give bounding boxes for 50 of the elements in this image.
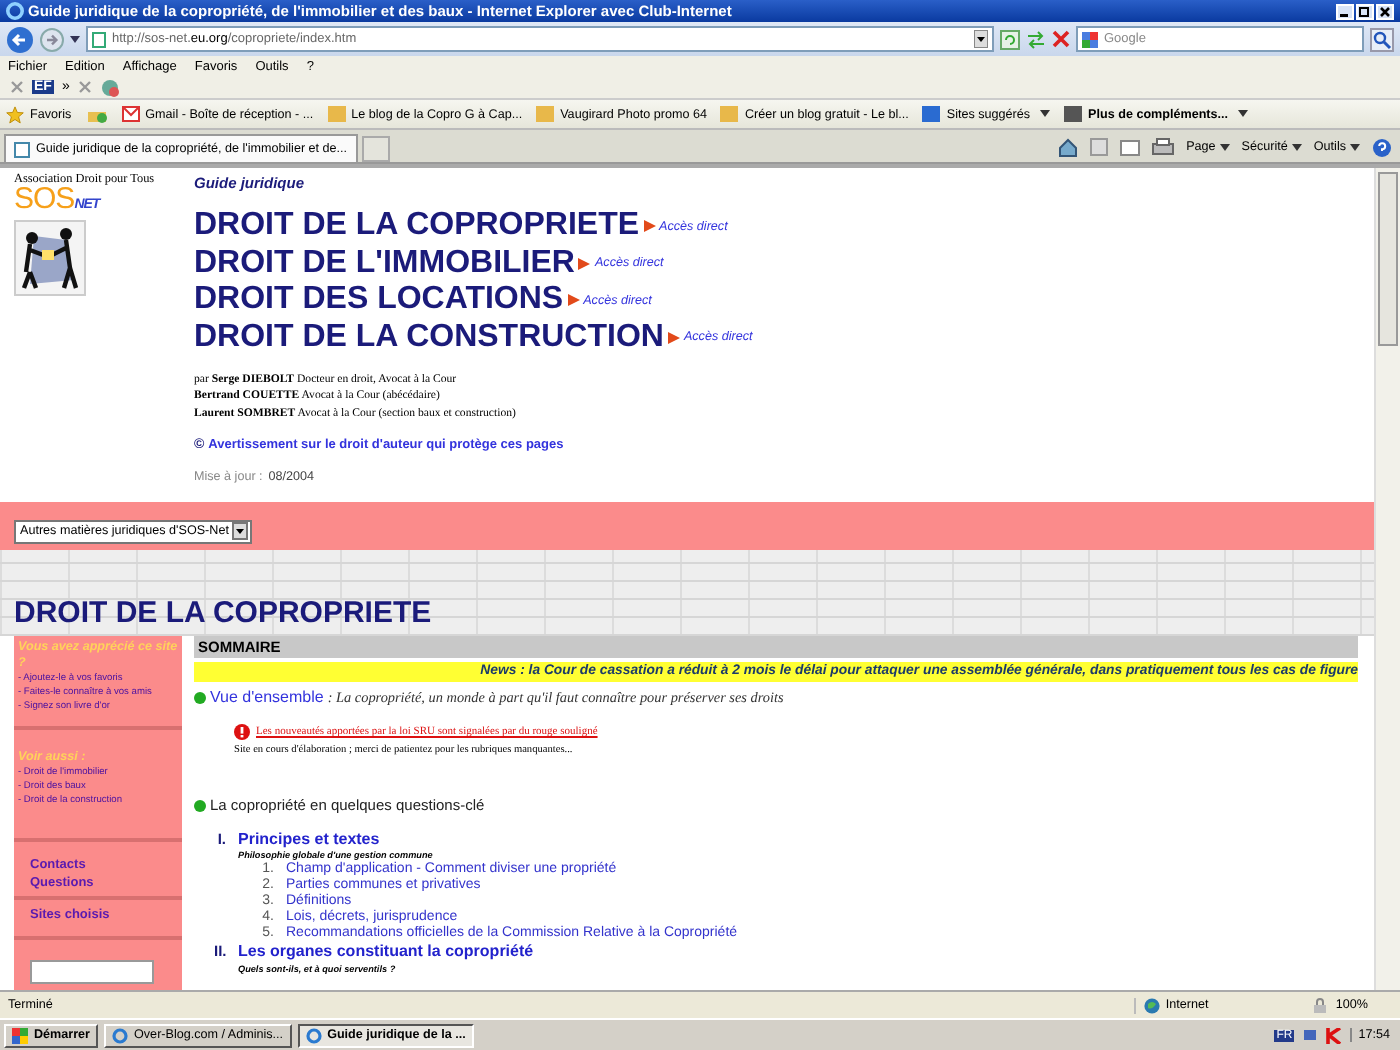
printer-icon[interactable] [1152, 138, 1175, 156]
caret-icon[interactable] [70, 35, 80, 43]
browser-icon [112, 1027, 129, 1043]
browser-icon [6, 2, 24, 20]
triangle-icon [667, 331, 680, 344]
google-icon [1082, 31, 1098, 47]
dropdown-icon[interactable] [974, 30, 988, 48]
domain-heading: DROIT DE L'IMMOBILIER [194, 245, 575, 282]
triangle-icon [578, 257, 591, 270]
dropdown-icon [232, 522, 249, 540]
caret-icon [1350, 143, 1360, 151]
bullet-icon [194, 799, 206, 811]
folder-icon [536, 106, 555, 122]
stop-icon[interactable] [1052, 30, 1070, 48]
triangle-icon [567, 294, 580, 307]
star-icon [6, 105, 24, 123]
antivirus-icon[interactable] [1326, 1027, 1343, 1043]
restore-icon[interactable] [1356, 3, 1374, 19]
caret-icon [1219, 143, 1230, 151]
triangle-icon [643, 220, 656, 233]
back-icon[interactable] [6, 25, 34, 53]
domain-heading: DROIT DE LA CONSTRUCTION [194, 319, 664, 356]
handshake-drawing [14, 220, 86, 296]
alert-icon [234, 724, 250, 740]
minimize-icon[interactable] [1336, 3, 1354, 19]
lock-icon[interactable] [1311, 997, 1328, 1013]
scrollbar[interactable] [1374, 168, 1400, 990]
folder-icon [327, 106, 346, 122]
part-link[interactable]: Les organes constituant la copropriété [238, 942, 534, 961]
section-heading: DROIT DE LA COPROPRIETE [14, 596, 432, 630]
refresh-icon[interactable] [1000, 29, 1020, 49]
domain-heading: DROIT DES LOCATIONS [194, 282, 564, 319]
browser-icon [305, 1027, 322, 1043]
caret-icon [1238, 110, 1249, 118]
caret-icon [1291, 143, 1302, 151]
text-field[interactable] [30, 959, 154, 983]
home-icon[interactable] [1058, 137, 1079, 157]
folder-icon [720, 106, 739, 122]
overview-link[interactable]: Vue d'ensemble [210, 688, 324, 706]
close-icon[interactable] [1376, 3, 1394, 19]
search-icon[interactable] [1370, 27, 1394, 51]
new-tab-button[interactable] [361, 136, 390, 162]
domain-heading: DROIT DE LA COPROPRIETE [194, 208, 640, 245]
arrows-icon[interactable] [1026, 29, 1046, 49]
caret-icon [1040, 110, 1051, 118]
bullet-icon [194, 691, 206, 703]
windows-logo-icon [12, 1027, 28, 1043]
help-icon[interactable] [1372, 137, 1392, 157]
part-link[interactable]: Principes et textes [238, 829, 380, 847]
scrollbar-thumb[interactable] [1378, 172, 1398, 346]
